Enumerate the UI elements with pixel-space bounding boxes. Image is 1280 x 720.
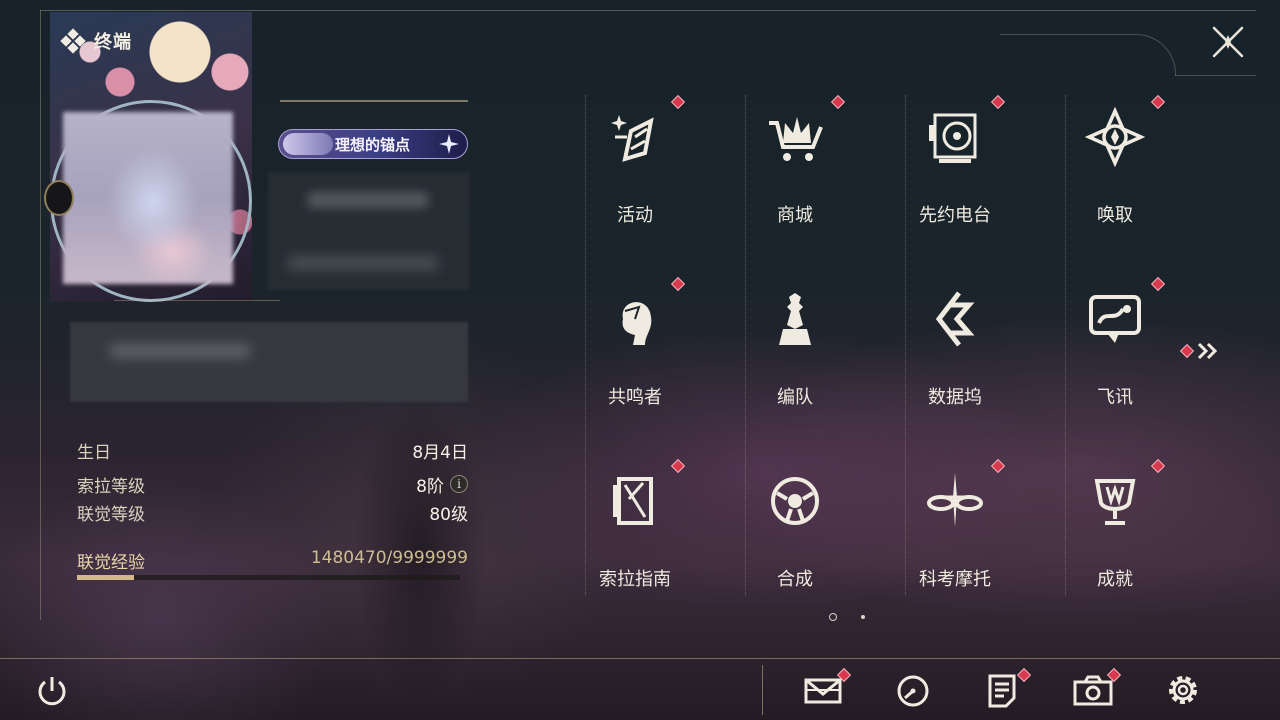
info-icon[interactable]: i xyxy=(450,475,468,493)
profile-divider xyxy=(114,300,280,301)
bottom-bar-divider xyxy=(0,658,1280,659)
chat-message-icon xyxy=(1089,295,1141,343)
settings-gear-icon xyxy=(1169,676,1197,704)
menu-tile-shop[interactable]: 商城 xyxy=(745,94,846,245)
menu-tile-label: 共鸣者 xyxy=(608,387,662,408)
notification-dot xyxy=(1150,276,1166,292)
notification-dot xyxy=(1179,343,1195,359)
stat-row-birthday: 生日 8月4日 xyxy=(77,436,468,464)
shop-cart-icon xyxy=(769,117,823,161)
frame-top-border xyxy=(40,10,1256,11)
stat-value: 8阶 xyxy=(416,476,444,497)
exp-value: 1480470/9999999 xyxy=(310,548,468,568)
menu-tile-label: 飞讯 xyxy=(1097,387,1133,408)
menu-tile-activity[interactable]: 活动 xyxy=(585,94,686,245)
menu-tile-convene[interactable]: 唤取 xyxy=(1065,94,1166,245)
notification-dot xyxy=(670,276,686,292)
motorcycle-icon xyxy=(927,473,983,527)
stat-row-sol-rank: 索拉等级 8阶 i xyxy=(77,470,468,498)
frame-corner-curve xyxy=(1000,34,1176,76)
synthesis-icon xyxy=(771,477,819,525)
notice-button[interactable] xyxy=(982,667,1032,710)
power-icon xyxy=(38,677,66,706)
frame-corner-line xyxy=(1175,75,1256,76)
menu-tile-label: 唤取 xyxy=(1097,205,1133,226)
signature-redacted xyxy=(70,322,468,402)
team-chess-icon xyxy=(779,293,811,345)
mail-button[interactable] xyxy=(804,667,852,710)
menu-tile-label: 编队 xyxy=(777,387,813,408)
menu-tile-synthesis[interactable]: 合成 xyxy=(745,459,845,609)
stat-value: 80级 xyxy=(429,504,468,525)
notification-dot xyxy=(1150,458,1166,474)
menu-tile-guidebook[interactable]: 索拉指南 xyxy=(585,458,686,609)
avatar[interactable] xyxy=(63,112,233,284)
menu-tile-motorcycle[interactable]: 科考摩托 xyxy=(905,458,1006,609)
sparkle-icon xyxy=(439,134,459,154)
events-clock-button[interactable] xyxy=(893,670,933,710)
menu-tile-team[interactable]: 编队 xyxy=(745,277,845,427)
exp-progress-fill xyxy=(77,575,134,580)
stat-row-union-level: 联觉等级 80级 xyxy=(77,498,468,526)
badge-portrait xyxy=(283,133,333,155)
menu-grid: 活动 商城 先约电台 唤取 共鸣者 编队 数据坞 飞讯 索拉指南 合成 科考摩托… xyxy=(585,94,1166,595)
menu-tile-messages[interactable]: 飞讯 xyxy=(1065,276,1166,427)
menu-tile-label: 成就 xyxy=(1097,569,1133,590)
notification-dot xyxy=(670,94,686,110)
photo-mode-button[interactable] xyxy=(1073,667,1122,710)
stat-label: 生日 xyxy=(77,442,111,463)
menu-tile-label: 科考摩托 xyxy=(919,569,991,590)
menu-tile-label: 数据坞 xyxy=(928,387,982,408)
double-chevron-right-icon xyxy=(1197,342,1218,360)
notification-dot xyxy=(990,458,1006,474)
exp-label: 联觉经验 xyxy=(77,553,145,573)
guidebook-icon xyxy=(613,477,653,525)
menu-tile-radio[interactable]: 先约电台 xyxy=(905,94,1006,245)
menu-tile-label: 商城 xyxy=(777,205,813,226)
menu-tile-data-bank[interactable]: 数据坞 xyxy=(905,277,1005,427)
resonator-icon xyxy=(622,302,652,345)
avatar-ring-knob xyxy=(44,180,74,216)
clock-icon xyxy=(897,675,929,707)
exp-row: 联觉经验 1480470/9999999 xyxy=(77,548,468,573)
page-indicator[interactable] xyxy=(861,615,865,619)
menu-tile-achievement[interactable]: 成就 xyxy=(1065,458,1166,609)
close-button[interactable] xyxy=(1208,22,1248,62)
convene-icon xyxy=(1085,107,1145,167)
activity-icon xyxy=(611,115,654,162)
name-underline xyxy=(280,100,468,102)
page-title: 终端 xyxy=(94,32,132,53)
title-badge[interactable]: 理想的锚点 xyxy=(278,129,468,159)
trophy-icon xyxy=(1094,479,1136,525)
stat-value: 8月4日 xyxy=(412,442,468,463)
exit-game-button[interactable] xyxy=(34,673,70,709)
menu-tile-label: 活动 xyxy=(617,205,653,226)
notification-dot xyxy=(670,458,686,474)
bottom-bar-separator xyxy=(762,665,763,715)
profile-stats: 生日 8月4日 索拉等级 8阶 i 联觉等级 80级 xyxy=(77,436,468,526)
menu-tile-label: 索拉指南 xyxy=(599,569,671,590)
stat-label: 索拉等级 xyxy=(77,476,145,497)
notification-dot xyxy=(1150,94,1166,110)
notice-icon xyxy=(988,674,1016,708)
frame-left-border xyxy=(40,10,41,620)
exp-progress-bar xyxy=(77,575,460,580)
menu-tile-label: 先约电台 xyxy=(919,205,991,226)
page-header: 终端 xyxy=(60,28,132,54)
next-page-button[interactable] xyxy=(1179,340,1222,362)
menu-tile-label: 合成 xyxy=(777,569,813,590)
data-bank-icon xyxy=(935,291,975,347)
stat-label: 联觉等级 xyxy=(77,504,145,525)
close-icon xyxy=(1212,26,1244,58)
menu-tile-resonator[interactable]: 共鸣者 xyxy=(585,276,686,427)
settings-button[interactable] xyxy=(1163,670,1203,710)
page-indicator-active[interactable] xyxy=(829,613,837,621)
notification-dot xyxy=(830,94,846,110)
terminal-diamond-icon xyxy=(60,28,86,54)
radio-icon xyxy=(929,113,977,163)
notification-dot xyxy=(990,94,1006,110)
player-name-redacted xyxy=(268,172,470,290)
badge-label: 理想的锚点 xyxy=(335,135,411,154)
stat-value-group: 8阶 i xyxy=(416,472,468,497)
